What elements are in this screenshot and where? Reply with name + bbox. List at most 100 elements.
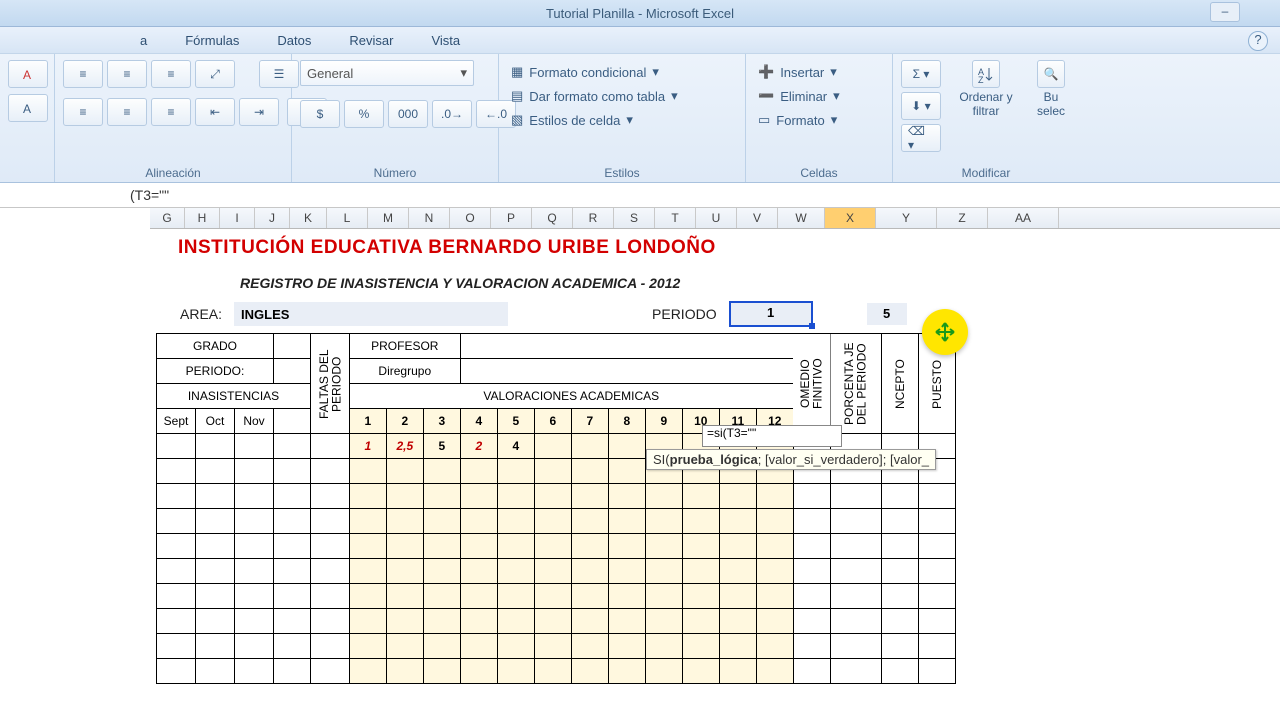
- grade-cell[interactable]: [274, 484, 311, 509]
- column-header-J[interactable]: J: [255, 208, 290, 228]
- grade-cell[interactable]: [423, 484, 460, 509]
- grade-cell[interactable]: [571, 509, 608, 534]
- grade-cell[interactable]: [274, 634, 311, 659]
- grade-cell[interactable]: [882, 609, 919, 634]
- grade-cell[interactable]: [571, 559, 608, 584]
- grade-cell[interactable]: [882, 659, 919, 684]
- grade-cell[interactable]: [645, 634, 682, 659]
- grade-cell[interactable]: [830, 534, 881, 559]
- align-bottom-button[interactable]: ≡: [151, 60, 191, 88]
- grade-cell[interactable]: [571, 634, 608, 659]
- align-center-button[interactable]: ≡: [107, 98, 147, 126]
- grade-cell[interactable]: [830, 659, 881, 684]
- grade-cell[interactable]: [645, 609, 682, 634]
- grade-cell[interactable]: [534, 559, 571, 584]
- column-header-H[interactable]: H: [185, 208, 220, 228]
- indent-dec-button[interactable]: ⇤: [195, 98, 235, 126]
- grade-cell[interactable]: [386, 484, 423, 509]
- grade-cell[interactable]: [682, 509, 719, 534]
- grade-cell[interactable]: [793, 509, 830, 534]
- grade-cell[interactable]: [311, 484, 350, 509]
- grade-cell[interactable]: [719, 659, 756, 684]
- align-left-button[interactable]: ≡: [63, 98, 103, 126]
- grade-cell[interactable]: [571, 434, 608, 459]
- grade-cell[interactable]: [756, 534, 793, 559]
- grade-cell[interactable]: [274, 609, 311, 634]
- grade-cell[interactable]: [756, 509, 793, 534]
- column-header-T[interactable]: T: [655, 208, 696, 228]
- column-header-AA[interactable]: AA: [988, 208, 1059, 228]
- grade-cell[interactable]: [919, 609, 956, 634]
- grade-cell[interactable]: [682, 559, 719, 584]
- grade-cell[interactable]: [534, 459, 571, 484]
- grade-cell[interactable]: [497, 459, 534, 484]
- grade-cell[interactable]: [235, 559, 274, 584]
- grade-cell[interactable]: [608, 484, 645, 509]
- grade-cell[interactable]: [830, 509, 881, 534]
- grade-cell[interactable]: [608, 534, 645, 559]
- inc-decimal-button[interactable]: .0→: [432, 100, 472, 128]
- grade-cell[interactable]: [919, 634, 956, 659]
- grade-cell[interactable]: [571, 584, 608, 609]
- grade-cell[interactable]: [830, 559, 881, 584]
- column-header-O[interactable]: O: [450, 208, 491, 228]
- table-row[interactable]: [157, 634, 956, 659]
- grade-cell[interactable]: [386, 584, 423, 609]
- menu-tab-revisar[interactable]: Revisar: [349, 33, 393, 48]
- grade-cell[interactable]: [571, 659, 608, 684]
- grade-cell[interactable]: [460, 534, 497, 559]
- periodo-5-cell[interactable]: 5: [867, 303, 907, 325]
- grade-cell[interactable]: 2: [460, 434, 497, 459]
- format-as-table-button[interactable]: ▤Dar formato como tabla ▾: [507, 86, 682, 106]
- menu-tab-formulas[interactable]: Fórmulas: [185, 33, 239, 48]
- grade-cell[interactable]: [235, 609, 274, 634]
- grade-cell[interactable]: [645, 534, 682, 559]
- grade-cell[interactable]: [386, 534, 423, 559]
- grade-cell[interactable]: [756, 634, 793, 659]
- grade-cell[interactable]: [423, 609, 460, 634]
- grade-cell[interactable]: [497, 634, 534, 659]
- grade-cell[interactable]: [719, 484, 756, 509]
- grade-cell[interactable]: [882, 509, 919, 534]
- grade-cell[interactable]: [349, 634, 386, 659]
- column-header-S[interactable]: S: [614, 208, 655, 228]
- formula-bar[interactable]: (T3="": [0, 183, 1280, 208]
- grade-cell[interactable]: [386, 559, 423, 584]
- table-row[interactable]: [157, 534, 956, 559]
- format-cells-button[interactable]: ▭Formato ▾: [754, 110, 841, 130]
- grade-cell[interactable]: [719, 559, 756, 584]
- grade-cell[interactable]: [919, 484, 956, 509]
- grade-cell[interactable]: [608, 609, 645, 634]
- worksheet[interactable]: INSTITUCIÓN EDUCATIVA BERNARDO URIBE LON…: [0, 229, 1280, 684]
- grade-cell[interactable]: [645, 484, 682, 509]
- column-header-L[interactable]: L: [327, 208, 368, 228]
- column-header-X[interactable]: X: [825, 208, 876, 228]
- grade-cell[interactable]: [386, 659, 423, 684]
- grade-cell[interactable]: [311, 559, 350, 584]
- grade-cell[interactable]: [793, 534, 830, 559]
- grade-cell[interactable]: [386, 459, 423, 484]
- table-row[interactable]: [157, 659, 956, 684]
- grade-cell[interactable]: [793, 634, 830, 659]
- grade-cell[interactable]: [534, 659, 571, 684]
- table-row[interactable]: [157, 509, 956, 534]
- grade-cell[interactable]: [196, 534, 235, 559]
- grade-cell[interactable]: [793, 584, 830, 609]
- grade-cell[interactable]: [386, 634, 423, 659]
- fill-button[interactable]: ⬇ ▾: [901, 92, 941, 120]
- menu-tab-datos[interactable]: Datos: [277, 33, 311, 48]
- grade-cell[interactable]: [882, 534, 919, 559]
- grade-cell[interactable]: [793, 659, 830, 684]
- grade-cell[interactable]: 1: [349, 434, 386, 459]
- column-headers[interactable]: GHIJKLMNOPQRSTUVWXYZAA: [150, 208, 1280, 229]
- grade-cell[interactable]: [311, 584, 350, 609]
- table-row[interactable]: [157, 559, 956, 584]
- grade-cell[interactable]: [460, 584, 497, 609]
- grade-cell[interactable]: [882, 559, 919, 584]
- grade-cell[interactable]: [534, 609, 571, 634]
- grade-cell[interactable]: [157, 534, 196, 559]
- grade-cell[interactable]: [460, 634, 497, 659]
- grade-cell[interactable]: [157, 459, 196, 484]
- delete-button[interactable]: ➖Eliminar ▾: [754, 86, 844, 106]
- column-header-Q[interactable]: Q: [532, 208, 573, 228]
